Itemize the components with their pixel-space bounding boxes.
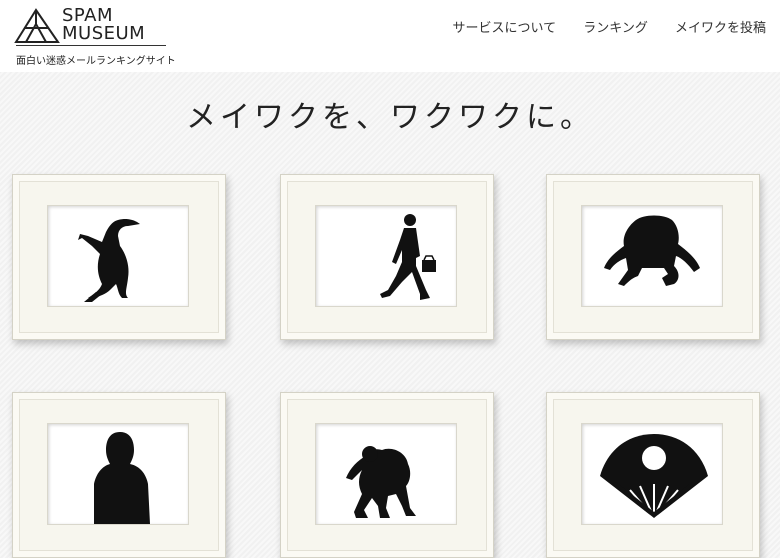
hero-title: メイワクを、ワクワクに。 bbox=[186, 100, 594, 135]
gallery-frame-6[interactable] bbox=[546, 392, 760, 558]
nav-about[interactable]: サービスについて bbox=[453, 21, 557, 36]
ape-silhouette-icon bbox=[346, 446, 416, 518]
logo-line2: MUSEUM bbox=[62, 23, 146, 44]
walking-businessman-silhouette-icon bbox=[380, 214, 436, 300]
person-back-silhouette-icon bbox=[94, 432, 150, 524]
logo-wordmark: SPAM MUSEUM bbox=[62, 7, 145, 43]
logo-underline bbox=[16, 45, 166, 46]
frame-mat bbox=[581, 205, 723, 307]
gallery-frame-1[interactable] bbox=[12, 174, 226, 340]
folding-fan-silhouette-icon bbox=[600, 434, 708, 519]
frame-mat bbox=[315, 205, 457, 307]
site-header: SPAM MUSEUM 面白い迷惑メールランキングサイト サービスについて ラン… bbox=[0, 0, 780, 72]
frame-mat bbox=[315, 423, 457, 525]
anteater-silhouette-icon bbox=[78, 219, 140, 302]
nav-ranking[interactable]: ランキング bbox=[583, 21, 648, 36]
frame-mat bbox=[581, 423, 723, 525]
site-tagline: 面白い迷惑メールランキングサイト bbox=[16, 56, 176, 67]
gallery-frame-4[interactable] bbox=[12, 392, 226, 558]
gallery-frame-2[interactable] bbox=[280, 174, 494, 340]
gallery-frame-5[interactable] bbox=[280, 392, 494, 558]
frame-mat bbox=[47, 205, 189, 307]
site-logo[interactable]: SPAM MUSEUM 面白い迷惑メールランキングサイト bbox=[14, 6, 184, 67]
logo-mark-icon bbox=[14, 8, 60, 43]
kneeling-bow-silhouette-icon bbox=[604, 215, 700, 286]
frame-mat bbox=[47, 423, 189, 525]
gallery-frame-3[interactable] bbox=[546, 174, 760, 340]
main-nav: サービスについて ランキング メイワクを投稿 bbox=[431, 17, 766, 36]
nav-submit[interactable]: メイワクを投稿 bbox=[675, 21, 766, 36]
